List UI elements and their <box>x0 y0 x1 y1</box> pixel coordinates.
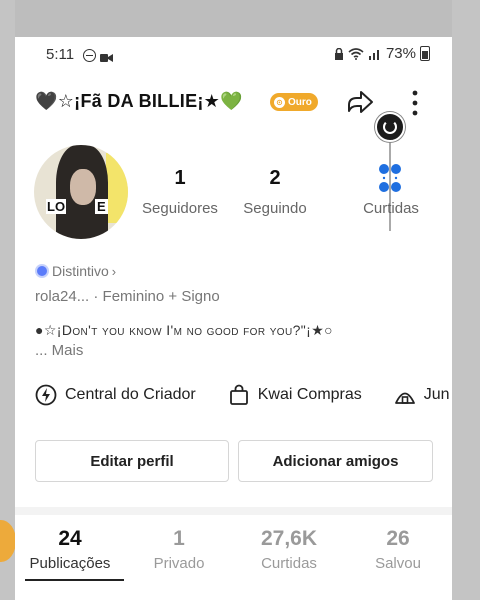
followers-label: Seguidores <box>142 200 218 217</box>
tab-privado[interactable]: 1 Privado <box>124 527 234 572</box>
status-time: 5:11 <box>46 46 75 63</box>
edit-profile-button[interactable]: Editar perfil <box>35 440 229 482</box>
do-not-disturb-icon <box>83 49 96 62</box>
battery-percent: 73% <box>385 45 416 62</box>
active-tab-indicator <box>25 579 124 581</box>
ouro-badge[interactable]: ⊙ Ouro <box>270 93 318 111</box>
tab-salvou[interactable]: 26 Salvou <box>343 527 452 572</box>
lock-icon <box>334 47 343 60</box>
avatar-text-right: E <box>95 199 108 214</box>
following-count: 2 <box>269 167 281 189</box>
shortcut-label: Kwai Compras <box>257 386 362 403</box>
tab-label: Salvou <box>375 555 421 572</box>
distintivo-icon <box>35 264 49 278</box>
share-icon[interactable] <box>345 87 375 117</box>
floating-overlay-button[interactable] <box>375 112 405 142</box>
tab-count: 27,6K <box>260 527 318 550</box>
tab-count: 24 <box>58 527 82 550</box>
tab-count: 26 <box>386 527 410 550</box>
right-margin <box>452 0 480 600</box>
tab-label: Curtidas <box>261 555 317 572</box>
video-record-icon <box>100 50 113 67</box>
left-margin <box>0 0 15 600</box>
shortcut-kwai-shopping[interactable]: Kwai Compras <box>228 384 362 406</box>
avatar-text-left: LO <box>46 199 67 214</box>
bolt-icon <box>35 384 57 406</box>
profile-title-text: 🖤☆¡Fã DA BILLIE¡★ <box>35 91 221 111</box>
shortcut-creator-center[interactable]: Central do Criador <box>35 384 196 406</box>
likes-label: Curtidas <box>363 200 419 217</box>
badge-label: Ouro <box>288 96 312 108</box>
tab-label: Privado <box>153 555 205 572</box>
shortcut-label: Central do Criador <box>65 386 196 403</box>
green-heart-emoji: 💚 <box>220 91 243 111</box>
stat-likes[interactable]: 0 Curtidas <box>336 167 446 217</box>
see-more-link[interactable]: ... Mais <box>35 342 83 359</box>
shortcuts-row: Central do Criador Kwai Compras Jun <box>35 383 452 407</box>
distintivo-link[interactable]: Distintivo › <box>35 263 116 279</box>
stat-following[interactable]: 2 Seguindo <box>220 167 330 217</box>
profile-bio: ●☆¡Don't you know I'm no good for you?"¡… <box>35 322 334 338</box>
shortcut-label: Jun <box>423 386 450 403</box>
more-options-icon[interactable] <box>407 89 423 117</box>
distintivo-label: Distintivo <box>52 263 109 279</box>
tab-curtidas[interactable]: 27,6K Curtidas <box>234 527 344 572</box>
phone-screen: 5:11 73% 🖤☆¡Fã DA BILLIE¡★💚 ⊙ Ouro LO E <box>15 37 452 600</box>
wifi-icon <box>348 47 364 60</box>
status-bar: 5:11 73% <box>15 37 452 73</box>
tab-count: 1 <box>173 527 185 550</box>
followers-count: 1 <box>174 167 186 189</box>
shopping-bag-icon <box>229 384 248 405</box>
shortcut-jun[interactable]: Jun <box>394 384 450 406</box>
tent-icon <box>394 392 415 404</box>
signal-icon <box>368 49 379 60</box>
tab-label: Publicações <box>29 555 111 572</box>
battery-icon <box>420 46 430 61</box>
avatar[interactable]: LO E <box>34 145 128 239</box>
chevron-right-icon: › <box>111 263 117 279</box>
stat-followers[interactable]: 1 Seguidores <box>125 167 235 217</box>
following-label: Seguindo <box>243 200 307 217</box>
status-right: 73% <box>334 45 430 62</box>
add-friends-button[interactable]: Adicionar amigos <box>238 440 433 482</box>
section-divider <box>15 507 452 515</box>
tab-publicacoes[interactable]: 24 Publicações <box>15 527 125 572</box>
badge-icon: ⊙ <box>274 96 285 108</box>
profile-title: 🖤☆¡Fã DA BILLIE¡★💚 <box>35 91 243 112</box>
profile-meta: rola24... · Feminino + Signo <box>35 288 220 305</box>
